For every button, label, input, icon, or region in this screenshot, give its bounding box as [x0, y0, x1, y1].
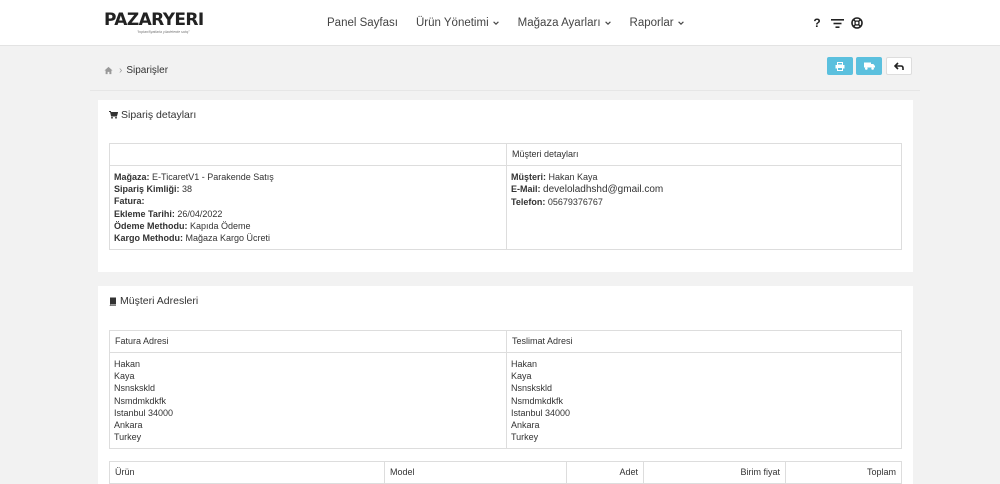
- back-icon: [894, 61, 904, 70]
- order-details-table: Müşteri detayları Mağaza: E-TicaretV1 - …: [109, 143, 902, 251]
- phone-label: Telefon:: [511, 197, 546, 208]
- chevron-down-icon: [492, 21, 499, 25]
- detail-row: Kargo Methodu: Mağaza Kargo Ücreti: [114, 232, 502, 244]
- invoice-label: Fatura:: [114, 196, 145, 207]
- order-id-label: Sipariş Kimliği:: [114, 184, 180, 195]
- nav-raporlar[interactable]: Raporlar: [630, 17, 685, 29]
- top-navbar: PAZARYERI "toptan/fiyatlarla yüzdelerde …: [0, 0, 1000, 46]
- chevron-down-icon: [604, 21, 611, 25]
- breadcrumb-separator: ›: [119, 64, 123, 76]
- address-line: Istanbul 34000: [114, 407, 174, 418]
- address-line: Turkey: [511, 432, 539, 443]
- shipping-address-header: Teslimat Adresi: [506, 330, 902, 353]
- payment-method-label: Ödeme Methodu:: [114, 220, 188, 231]
- address-line: Ankara: [114, 420, 143, 431]
- detail-row: E-Mail: develoladhshd@gmail.com: [511, 183, 897, 196]
- billing-address-cell: Hakan Kaya Nsnskskld Nsmdmkdkfk Istanbul…: [109, 351, 507, 450]
- customer-details-header: Müşteri detayları: [506, 143, 902, 166]
- nav-label: Panel Sayfası: [327, 17, 398, 29]
- customer-details-cell: Müşteri: Hakan Kaya E-Mail: develoladhsh…: [506, 164, 902, 251]
- nav-magaza-ayarlari[interactable]: Mağaza Ayarları: [518, 17, 612, 29]
- book-icon: [109, 297, 116, 306]
- cart-icon: [109, 111, 118, 119]
- nav-label: Raporlar: [629, 17, 674, 29]
- back-button[interactable]: [886, 57, 912, 75]
- main-nav: Panel Sayfası Ürün Yönetimi Mağaza Ayarl…: [318, 0, 694, 46]
- phone-value: 05679376767: [547, 197, 603, 208]
- shipping-button[interactable]: [856, 57, 882, 75]
- support-icon[interactable]: [850, 16, 864, 30]
- address-line: Nsnskskld: [511, 383, 553, 394]
- address-line: Nsmdmkdkfk: [114, 395, 167, 406]
- store-header: [109, 143, 507, 166]
- column-header-birim-fiyat: Birim fiyat: [643, 461, 786, 484]
- email-label: E-Mail:: [511, 184, 541, 195]
- products-table: Ürün Model Adet Birim fiyat Toplam: [109, 461, 902, 484]
- panel-title-text: Müşteri Adresleri: [120, 295, 199, 307]
- customer-addresses-panel: Müşteri Adresleri Fatura Adresi Teslimat…: [98, 286, 913, 484]
- address-line: Nsnskskld: [114, 383, 156, 394]
- shipping-method-label: Kargo Methodu:: [114, 233, 183, 244]
- date-added-label: Ekleme Tarihi:: [114, 208, 175, 219]
- order-details-panel: Sipariş detayları Müşteri detayları Mağa…: [98, 100, 913, 272]
- column-header-toplam: Toplam: [785, 461, 902, 484]
- action-buttons: [827, 57, 915, 75]
- column-header-model: Model: [384, 461, 567, 484]
- store-value: E-TicaretV1 - Parakende Satış: [152, 172, 274, 182]
- address-line: Kaya: [114, 371, 135, 382]
- question-icon[interactable]: ?: [810, 16, 824, 30]
- store-details-cell: Mağaza: E-TicaretV1 - Parakende Satış Si…: [109, 164, 507, 251]
- detail-row: Fatura:: [114, 195, 502, 207]
- detail-row: Ödeme Methodu: Kapıda Ödeme: [114, 220, 502, 232]
- truck-icon: [863, 62, 875, 70]
- detail-row: Sipariş Kimliği: 38: [114, 183, 502, 195]
- column-header-urun: Ürün: [109, 461, 385, 484]
- address-line: Ankara: [511, 420, 540, 431]
- address-line: Istanbul 34000: [511, 407, 571, 418]
- print-icon: [835, 61, 845, 71]
- logo[interactable]: PAZARYERI "toptan/fiyatlarla yüzdelerde …: [104, 10, 204, 34]
- detail-row: Mağaza: E-TicaretV1 - Parakende Satış: [114, 171, 502, 183]
- shipping-address-cell: Hakan Kaya Nsnskskld Nsmdmkdkfk Istanbul…: [506, 351, 902, 450]
- address-line: Hakan: [511, 359, 538, 369]
- detail-row: Ekleme Tarihi: 26/04/2022: [114, 208, 502, 220]
- breadcrumb-current: Siparişler: [126, 64, 169, 76]
- store-label: Mağaza:: [114, 172, 150, 182]
- email-value: develoladhshd@gmail.com: [543, 184, 664, 196]
- addresses-table: Fatura Adresi Teslimat Adresi Hakan Kaya…: [109, 330, 902, 450]
- nav-panel-sayfasi[interactable]: Panel Sayfası: [327, 17, 398, 29]
- chevron-down-icon: [677, 21, 684, 25]
- billing-address-header: Fatura Adresi: [109, 330, 507, 353]
- divider: [90, 90, 920, 91]
- nav-label: Ürün Yönetimi: [415, 17, 489, 29]
- logo-text: PAZARYERI: [104, 10, 204, 30]
- panel-title: Müşteri Adresleri: [109, 295, 198, 307]
- address-line: Hakan: [114, 359, 141, 369]
- order-id-value: 38: [182, 184, 193, 195]
- nav-urun-yonetimi[interactable]: Ürün Yönetimi: [416, 17, 500, 29]
- breadcrumb: › Siparişler: [104, 62, 168, 78]
- customer-label: Müşteri:: [511, 172, 547, 182]
- shipping-method-value: Mağaza Kargo Ücreti: [185, 233, 271, 244]
- print-button[interactable]: [827, 57, 853, 75]
- logo-tagline: "toptan/fiyatlarla yüzdelerde satış": [137, 30, 190, 34]
- home-icon[interactable]: [104, 66, 113, 75]
- address-line: Kaya: [511, 371, 532, 382]
- customer-value: Hakan Kaya: [548, 172, 598, 182]
- address-line: Nsmdmkdkfk: [511, 395, 564, 406]
- header-icons: ?: [810, 0, 870, 46]
- panel-title-text: Sipariş detayları: [121, 109, 197, 121]
- date-added-value: 26/04/2022: [177, 208, 223, 219]
- panel-title: Sipariş detayları: [109, 109, 196, 121]
- detail-row: Müşteri: Hakan Kaya: [511, 171, 897, 183]
- nav-label: Mağaza Ayarları: [517, 17, 601, 29]
- address-line: Turkey: [114, 432, 142, 443]
- detail-row: Telefon: 05679376767: [511, 196, 897, 208]
- filter-icon[interactable]: [830, 16, 844, 30]
- payment-method-value: Kapıda Ödeme: [190, 220, 251, 231]
- column-header-adet: Adet: [566, 461, 644, 484]
